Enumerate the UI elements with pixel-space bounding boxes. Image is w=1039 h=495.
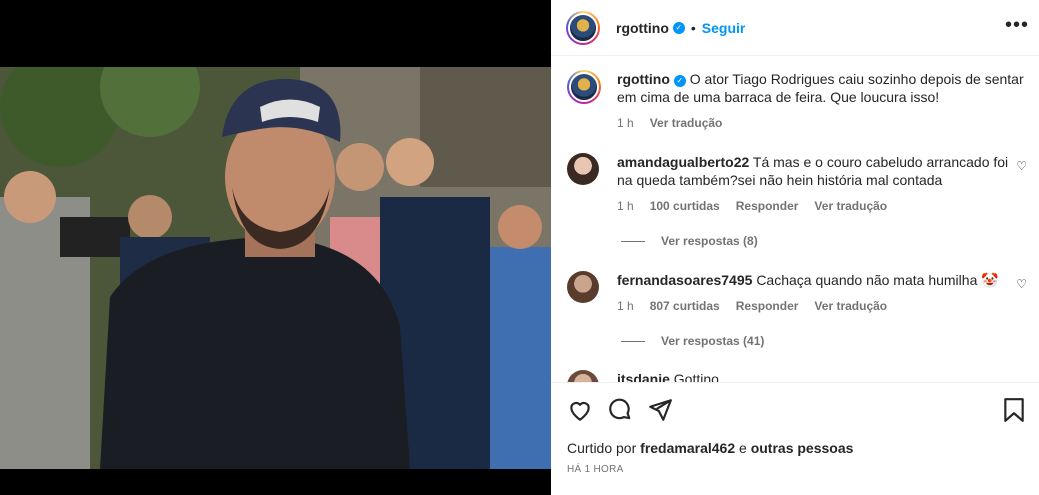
- view-replies-button[interactable]: Ver respostas (8): [621, 234, 758, 248]
- follow-button[interactable]: Seguir: [702, 20, 746, 36]
- post-image: [0, 67, 551, 469]
- comment-likes[interactable]: 100 curtidas: [650, 199, 720, 213]
- translate-link[interactable]: Ver tradução: [814, 299, 887, 313]
- view-replies-label: Ver respostas (41): [661, 334, 765, 348]
- replies-line: [621, 340, 645, 342]
- verified-badge-icon: ✓: [673, 75, 686, 87]
- view-replies-button[interactable]: Ver respostas (41): [621, 334, 764, 348]
- comment-likes[interactable]: 807 curtidas: [650, 299, 720, 313]
- comment-like-icon[interactable]: ♡: [1016, 277, 1027, 291]
- comment-item: amandagualberto22 Tá mas e o couro cabel…: [567, 153, 1027, 213]
- comment-item: itsdanie Gottino ...: [567, 370, 1027, 382]
- more-options-icon[interactable]: •••: [1005, 14, 1029, 37]
- comment-item: fernandasoares7495 Cachaça quando não ma…: [567, 271, 1027, 313]
- post-media[interactable]: [0, 0, 551, 495]
- liked-by-conjunction: e: [739, 440, 747, 456]
- bookmark-icon[interactable]: [1001, 397, 1027, 423]
- view-replies-label: Ver respostas (8): [661, 234, 758, 248]
- reply-button[interactable]: Responder: [736, 299, 799, 313]
- liked-by-user[interactable]: fredamaral462: [640, 440, 735, 456]
- post-header: rgottino ✓ • Seguir •••: [551, 0, 1039, 56]
- comment-icon[interactable]: [607, 397, 633, 423]
- comment-username[interactable]: fernandasoares7495: [617, 272, 752, 288]
- caption-username[interactable]: rgottino: [617, 71, 670, 87]
- liked-by: Curtido por fredamaral462 e outras pesso…: [567, 440, 853, 456]
- action-icons: [567, 397, 673, 423]
- comments-section[interactable]: rgottino ✓ O ator Tiago Rodrigues caiu so…: [551, 57, 1039, 382]
- post-photo[interactable]: [0, 67, 551, 469]
- verified-badge-icon: ✓: [672, 21, 685, 34]
- author-username[interactable]: rgottino: [616, 20, 669, 36]
- author-avatar[interactable]: [566, 10, 600, 45]
- post-actions-footer: Curtido por fredamaral462 e outras pesso…: [551, 382, 1039, 495]
- comment-username[interactable]: amandagualberto22: [617, 154, 749, 170]
- post-panel: rgottino ✓ • Seguir ••• rgottino ✓ O ator…: [551, 0, 1039, 495]
- translate-link[interactable]: Ver tradução: [814, 199, 887, 213]
- comment-like-icon[interactable]: ♡: [1016, 159, 1027, 173]
- caption-translate-link[interactable]: Ver tradução: [650, 116, 723, 130]
- heart-icon[interactable]: [567, 397, 593, 423]
- commenter-avatar[interactable]: [567, 271, 599, 303]
- comment-text: Cachaça quando não mata humilha 🤡: [756, 272, 999, 288]
- comment-text: Gottino ...: [673, 371, 735, 382]
- commenter-avatar[interactable]: [567, 370, 599, 382]
- reply-button[interactable]: Responder: [736, 199, 799, 213]
- replies-line: [621, 240, 645, 242]
- share-icon[interactable]: [647, 397, 673, 423]
- comment-time: 1 h: [617, 199, 634, 213]
- comment-time: 1 h: [617, 299, 634, 313]
- post-timestamp: HÁ 1 HORA: [567, 464, 624, 475]
- caption-avatar[interactable]: [567, 70, 601, 104]
- liked-by-others[interactable]: outras pessoas: [751, 440, 854, 456]
- comment-username[interactable]: itsdanie: [617, 371, 670, 382]
- commenter-avatar[interactable]: [567, 153, 599, 185]
- liked-by-prefix: Curtido por: [567, 440, 637, 456]
- separator-dot: •: [690, 19, 696, 36]
- caption: rgottino ✓ O ator Tiago Rodrigues caiu so…: [567, 70, 1027, 130]
- caption-time: 1 h: [617, 116, 634, 130]
